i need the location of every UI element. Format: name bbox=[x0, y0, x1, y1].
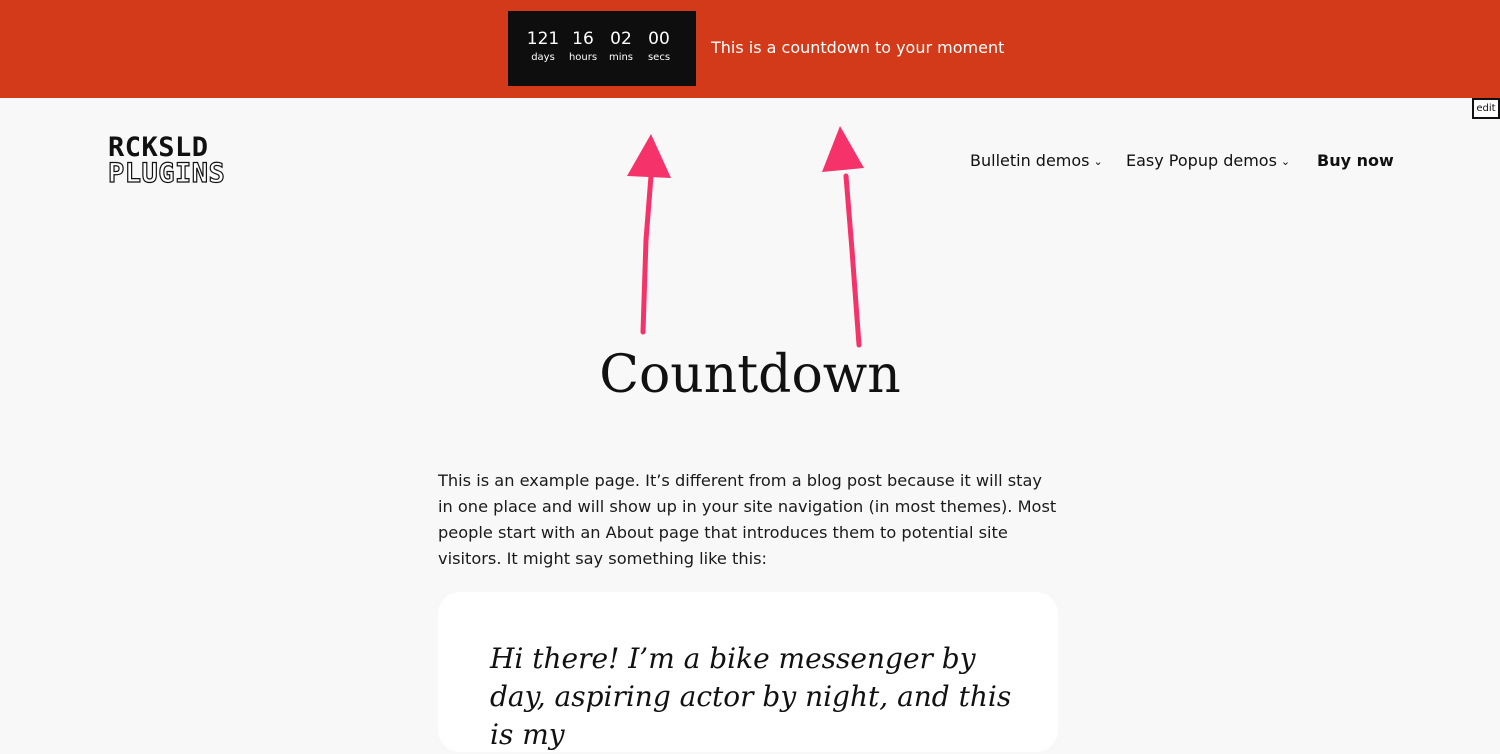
nav-item-label: Easy Popup demos bbox=[1126, 151, 1277, 170]
chevron-down-icon: ⌄ bbox=[1093, 155, 1103, 168]
edit-button[interactable]: edit bbox=[1472, 98, 1500, 119]
countdown-days: 121 days bbox=[524, 29, 562, 64]
countdown-message: This is a countdown to your moment bbox=[711, 38, 1005, 57]
site-logo[interactable]: RCKSLD PLUGINS bbox=[107, 132, 230, 190]
countdown-hours: 16 hours bbox=[564, 29, 602, 64]
logo-line-1: RCKSLD bbox=[108, 132, 209, 163]
countdown-days-label: days bbox=[531, 52, 555, 63]
annotation-arrow-right bbox=[822, 126, 864, 348]
nav-item-bulletin-demos[interactable]: Bulletin demos ⌄ bbox=[970, 150, 1103, 174]
quote-card: Hi there! I’m a bike messenger by day, a… bbox=[438, 592, 1058, 752]
countdown-mins-value: 02 bbox=[610, 29, 632, 49]
countdown-hours-label: hours bbox=[568, 52, 598, 63]
nav-item-label: Bulletin demos bbox=[970, 151, 1090, 170]
annotation-arrow-left bbox=[627, 134, 671, 335]
countdown-secs-value: 00 bbox=[648, 29, 670, 49]
intro-paragraph: This is an example page. It’s different … bbox=[438, 471, 1057, 568]
quote-text: Hi there! I’m a bike messenger by day, a… bbox=[490, 642, 1012, 751]
page-title: Countdown bbox=[599, 345, 901, 405]
nav-item-buy-now[interactable]: Buy now bbox=[1317, 150, 1394, 172]
countdown-timer: 121 days 16 hours 02 mins 00 secs bbox=[508, 11, 696, 86]
countdown-days-value: 121 bbox=[526, 29, 560, 49]
countdown-mins-label: mins bbox=[608, 52, 634, 63]
chevron-down-icon: ⌄ bbox=[1280, 155, 1291, 168]
nav-item-easy-popup-demos[interactable]: Easy Popup demos ⌄ bbox=[1126, 150, 1290, 174]
countdown-secs-label: secs bbox=[647, 52, 671, 63]
logo-line-2: PLUGINS bbox=[107, 158, 226, 189]
announcement-bar: 121 days 16 hours 02 mins 00 secs This i… bbox=[0, 0, 1500, 98]
countdown-hours-value: 16 bbox=[572, 29, 594, 49]
countdown-secs: 00 secs bbox=[640, 29, 678, 64]
countdown-mins: 02 mins bbox=[602, 29, 640, 64]
